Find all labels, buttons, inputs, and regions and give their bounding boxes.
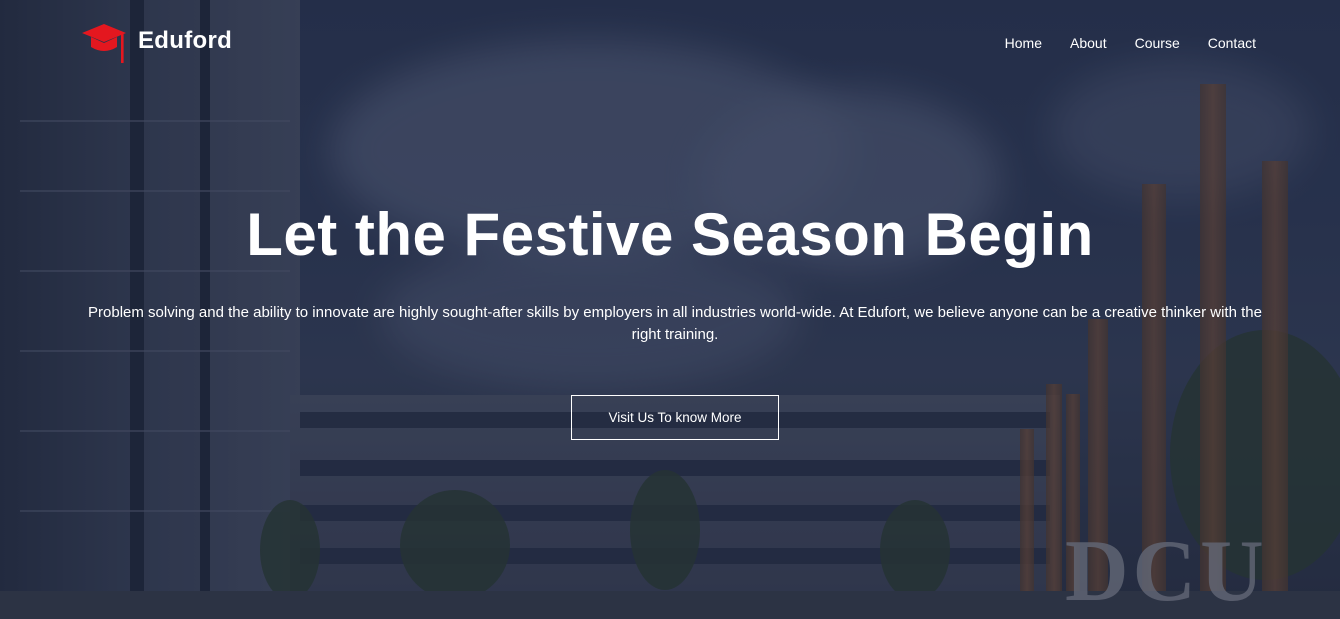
hero-section: DCU Eduford Home About Course Contact Le… bbox=[0, 0, 1340, 619]
nav-home[interactable]: Home bbox=[1005, 35, 1042, 51]
visit-us-button[interactable]: Visit Us To know More bbox=[571, 395, 779, 440]
brand-name: Eduford bbox=[138, 27, 233, 54]
nav-contact[interactable]: Contact bbox=[1208, 35, 1256, 51]
main-nav: Home About Course Contact bbox=[1005, 35, 1256, 51]
hero-subtext: Problem solving and the ability to innov… bbox=[88, 304, 1262, 343]
nav-course[interactable]: Course bbox=[1135, 35, 1180, 51]
graduation-cap-icon bbox=[82, 24, 126, 63]
brand-logo[interactable]: Eduford bbox=[80, 22, 232, 64]
nav-about[interactable]: About bbox=[1070, 35, 1107, 51]
hero-headline: Let the Festive Season Begin bbox=[246, 201, 1094, 268]
